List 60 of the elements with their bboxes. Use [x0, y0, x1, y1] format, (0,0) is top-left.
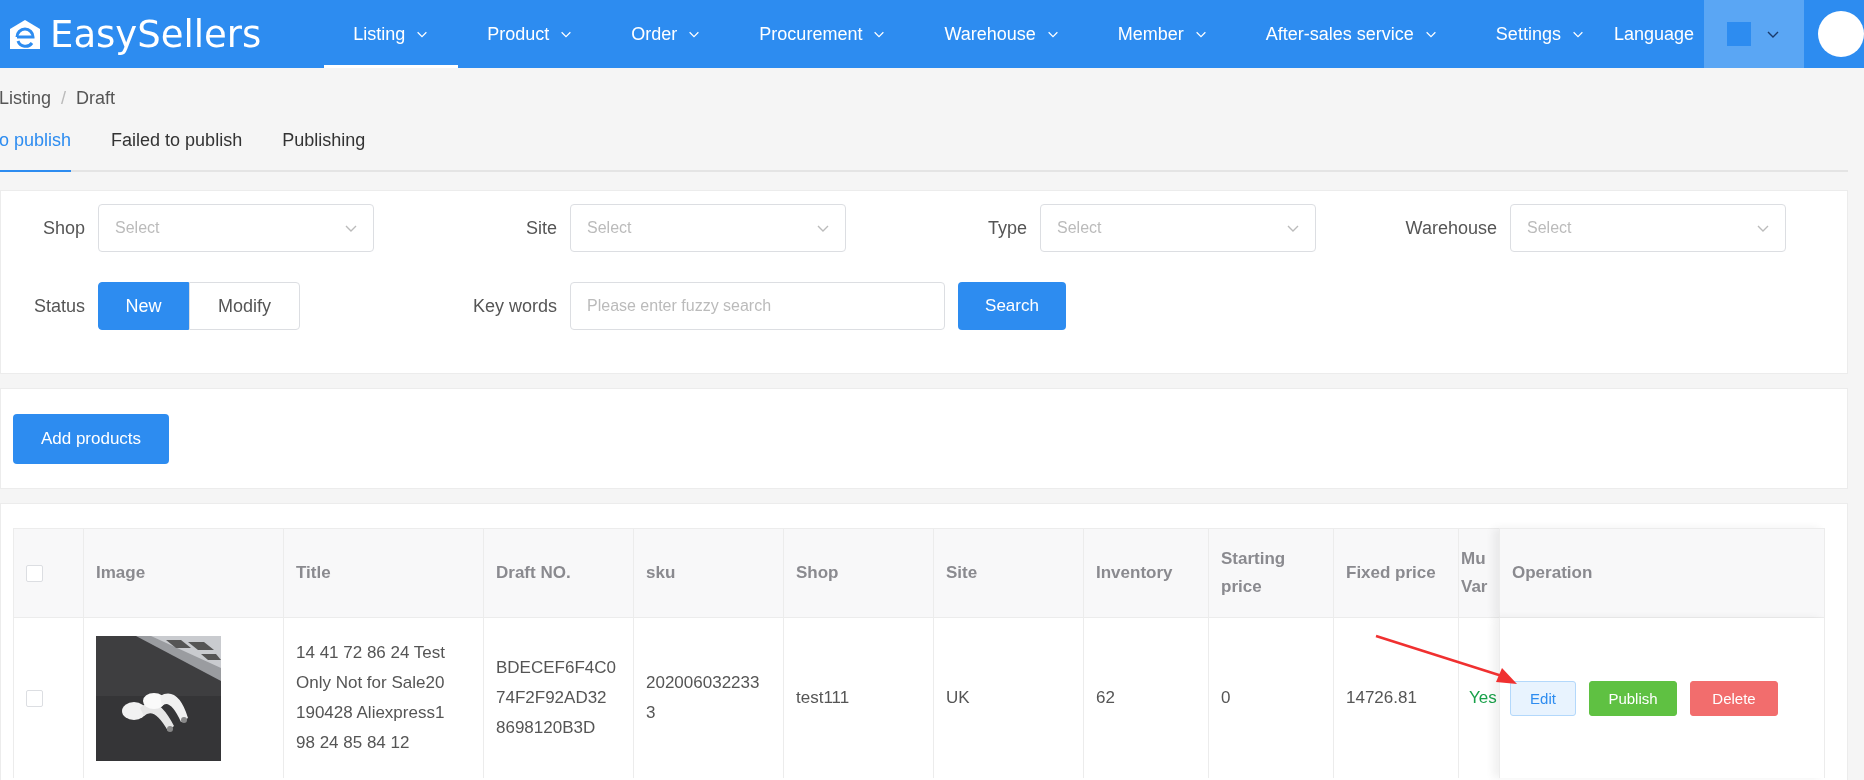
table-cell-text: 0 — [1221, 687, 1231, 709]
column-header: Site — [946, 562, 978, 584]
select-field[interactable]: Select — [1510, 204, 1786, 252]
column-header: sku — [646, 562, 676, 584]
logo-text: EasySellers — [50, 12, 262, 56]
filter-label: Shop — [41, 217, 86, 239]
column-header: Title — [296, 562, 331, 584]
status-option[interactable]: New — [98, 282, 189, 330]
status-option[interactable]: Modify — [189, 282, 300, 330]
keywords-input[interactable]: Please enter fuzzy search — [570, 282, 945, 330]
checkbox[interactable] — [26, 689, 43, 707]
nav-item[interactable]: Listing — [324, 0, 459, 68]
language-label[interactable]: Language — [1613, 23, 1694, 45]
table-cell-text: 202006032233 3 — [646, 672, 761, 724]
nav-item[interactable]: Procurement — [730, 0, 916, 68]
table-cell-text: 14726.81 — [1346, 687, 1417, 709]
table-cell-text: 14 41 72 86 24 Test Only Not for Sale20 190428 Aliexpress1 98 24 85 84 12 — [296, 642, 447, 754]
select-field[interactable]: Select — [98, 204, 374, 252]
column-header: Image — [96, 562, 146, 584]
column-header: Starting price — [1221, 548, 1287, 598]
tab[interactable]: Publishing — [282, 126, 366, 172]
nav-item[interactable]: Warehouse — [915, 0, 1089, 68]
column-header: Draft NO. — [496, 562, 571, 584]
search-button[interactable]: Search — [958, 282, 1066, 330]
select-field[interactable]: Select — [570, 204, 846, 252]
table-cell-text: UK — [946, 687, 970, 709]
add-products-button[interactable]: Add products — [13, 413, 169, 464]
breadcrumb-link[interactable]: Listing — [0, 88, 52, 126]
filter-label: Type — [986, 217, 1028, 239]
table-cell-text: test111 — [796, 687, 850, 709]
delete-button[interactable]: Delete — [1690, 680, 1778, 716]
tab[interactable]: o publish — [0, 126, 72, 172]
nav-item[interactable]: Order — [602, 0, 731, 68]
logo-icon — [8, 17, 42, 51]
tab[interactable]: Failed to publish — [111, 126, 243, 172]
checkbox[interactable] — [26, 564, 43, 582]
table-cell-text: Yes — [1469, 687, 1497, 709]
avatar[interactable] — [1818, 11, 1864, 57]
publish-button[interactable]: Publish — [1589, 680, 1677, 716]
nav-item[interactable]: Settings — [1466, 0, 1614, 68]
column-header: Operation — [1512, 562, 1593, 584]
edit-button[interactable]: Edit — [1510, 680, 1576, 716]
table-cell-text: BDECEF6F4C0 74F2F92AD32 8698120B3D — [496, 657, 617, 739]
filter-label: Site — [524, 217, 558, 239]
nav-item[interactable]: Product — [458, 0, 603, 68]
breadcrumb-current: Draft — [76, 88, 116, 110]
nav-item[interactable]: Member — [1088, 0, 1237, 68]
table-cell-text: 62 — [1096, 687, 1115, 709]
column-header: Inventory — [1096, 562, 1173, 584]
column-header: Shop — [796, 562, 839, 584]
language-dropdown[interactable] — [1704, 0, 1804, 68]
filter-label: Warehouse — [1404, 217, 1498, 239]
nav-item[interactable]: After-sales service — [1236, 0, 1467, 68]
filter-label: Key words — [471, 295, 558, 317]
column-header: Fixed price — [1346, 562, 1436, 584]
select-field[interactable]: Select — [1040, 204, 1316, 252]
flag-icon — [1727, 22, 1751, 46]
filter-label: Status — [32, 295, 86, 317]
breadcrumb-separator: / — [61, 88, 67, 110]
column-header: Mu Var — [1461, 548, 1489, 598]
